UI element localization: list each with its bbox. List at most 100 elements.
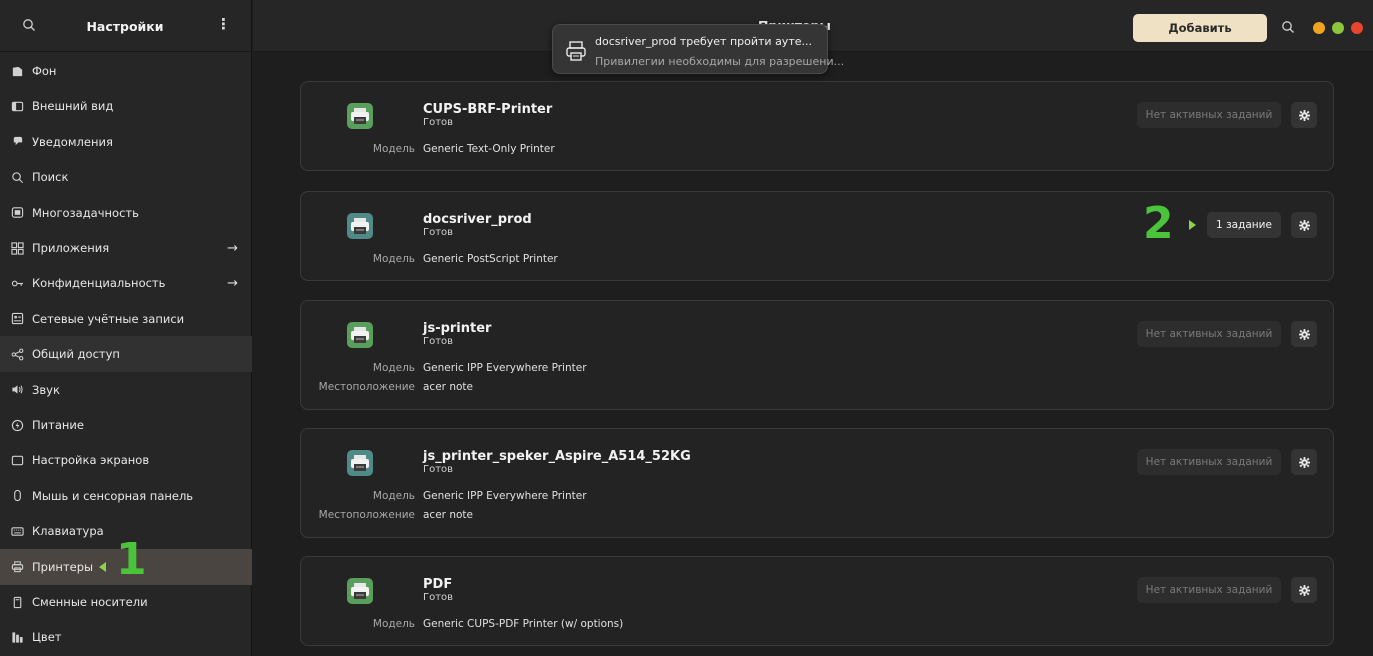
printer-status: Готов	[423, 336, 454, 347]
printer-card: PDF Готов Модель Generic CUPS-PDF Printer (…	[300, 556, 1334, 646]
sidebar-item-label: Питание	[32, 418, 84, 432]
sidebar-item-power[interactable]: Питание	[0, 407, 252, 443]
sidebar-item-label: Сменные носители	[32, 595, 148, 609]
sharing-icon	[10, 347, 24, 361]
sound-icon	[10, 383, 24, 397]
model-value: Generic PostScript Printer	[423, 253, 558, 265]
annotation-arrow-icon	[1189, 220, 1196, 230]
sidebar-item-search[interactable]: Поиск	[0, 159, 252, 195]
sidebar-item-sharing[interactable]: Общий доступ	[0, 336, 252, 373]
gear-icon	[1298, 584, 1310, 596]
notifications-icon	[10, 135, 24, 149]
sidebar-item-label: Многозадачность	[32, 205, 139, 220]
jobs-button[interactable]: Нет активных заданий	[1137, 102, 1281, 128]
sidebar-item-label: Настройка экранов	[32, 453, 150, 468]
sidebar-item-label: Уведомления	[32, 134, 113, 149]
power-icon	[10, 418, 24, 432]
printer-card: js_printer_speker_Aspire_A514_52KG Готов М…	[300, 428, 1334, 538]
model-value: Generic IPP Everywhere Printer	[423, 490, 587, 502]
model-label: Модель	[372, 253, 415, 265]
printer-card: CUPS-BRF-Printer Готов Модель Generic Text-…	[300, 81, 1334, 171]
sidebar-item-color[interactable]: Цвет	[0, 619, 252, 655]
sidebar-item-online-accounts[interactable]: Сетевые учётные записи	[0, 301, 252, 337]
sidebar-item-label: Клавиатура	[32, 524, 104, 539]
search-icon	[10, 170, 24, 184]
printer-icon	[347, 213, 373, 239]
printer-status: Готов	[423, 464, 454, 475]
sidebar-title: Настройки	[86, 19, 164, 34]
printer-status: Готов	[423, 227, 454, 238]
sidebar-item-label: Общий доступ	[32, 347, 120, 362]
appearance-icon	[10, 99, 24, 113]
minimize-button[interactable]	[1313, 22, 1325, 34]
model-value: Generic IPP Everywhere Printer	[423, 362, 587, 374]
printer-settings-button[interactable]	[1291, 577, 1317, 603]
printer-icon	[347, 103, 373, 129]
sidebar-item-label: Внешний вид	[32, 99, 114, 114]
sidebar-item-label: Фон	[32, 64, 57, 78]
location-value: acer note	[423, 509, 473, 521]
printer-settings-button[interactable]	[1291, 212, 1317, 238]
printer-card: js-printer Готов Модель Generic IPP Everywh…	[300, 300, 1334, 410]
sidebar-item-mouse[interactable]: Мышь и сенсорная панель	[0, 478, 252, 514]
printer-icon	[10, 560, 24, 574]
sidebar-item-removable-media[interactable]: Сменные носители	[0, 584, 252, 620]
jobs-button[interactable]: Нет активных заданий	[1137, 321, 1281, 347]
add-printer-button[interactable]: Добавить принтер...	[1133, 14, 1267, 63]
arrow-right-icon: →	[227, 275, 238, 291]
annotation-1: 1	[116, 534, 147, 585]
sidebar-item-display[interactable]: Настройка экранов	[0, 442, 252, 478]
gear-icon	[1298, 109, 1310, 121]
printer-settings-button[interactable]	[1291, 102, 1317, 128]
search-icon[interactable]	[1281, 20, 1295, 34]
sidebar-item-label: Поиск	[32, 170, 69, 185]
arrow-right-icon: →	[227, 240, 238, 256]
sidebar-item-sound[interactable]: Звук	[0, 372, 252, 408]
multitasking-icon	[10, 206, 24, 220]
sidebar-item-label: Конфиденциальность	[32, 276, 166, 291]
sidebar-item-appearance[interactable]: Внешний вид	[0, 88, 252, 124]
sidebar-item-notifications[interactable]: Уведомления	[0, 124, 252, 160]
printer-name: CUPS-BRF-Printer	[423, 102, 553, 117]
close-button[interactable]	[1351, 22, 1363, 34]
printer-name: docsriver_prod	[423, 212, 532, 227]
search-icon[interactable]	[22, 18, 36, 32]
sidebar-item-label: Приложения	[32, 241, 110, 255]
gear-icon	[1298, 219, 1310, 231]
sidebar-item-label: Звук	[32, 382, 60, 397]
apps-grid-icon	[10, 241, 24, 255]
printer-icon	[566, 41, 586, 61]
sidebar-item-label: Цвет	[32, 630, 62, 645]
notification-title: docsriver_prod требует пройти ауте...	[595, 35, 812, 48]
jobs-button[interactable]: Нет активных заданий	[1137, 449, 1281, 475]
settings-window: Настройки ⋮ Фон Внешний вид Уведомления Пои…	[0, 0, 1373, 656]
jobs-button[interactable]: 1 задание	[1207, 212, 1281, 238]
sidebar-item-label: Принтеры	[32, 559, 94, 574]
jobs-button[interactable]: Нет активных заданий	[1137, 577, 1281, 603]
menu-icon[interactable]: ⋮	[216, 15, 231, 33]
printer-icon	[347, 578, 373, 604]
model-value: Generic CUPS-PDF Printer (w/ options)	[423, 618, 624, 630]
gear-icon	[1298, 328, 1310, 340]
printer-icon	[347, 322, 373, 348]
sidebar-header: Настройки ⋮	[0, 0, 252, 52]
maximize-button[interactable]	[1332, 22, 1344, 34]
color-icon	[10, 630, 24, 644]
printer-name: js-printer	[423, 321, 492, 336]
auth-notification[interactable]: docsriver_prod требует пройти ауте... Пр…	[552, 24, 844, 74]
sidebar-item-apps-grid[interactable]: Приложения →	[0, 230, 252, 266]
sidebar-item-wallpaper[interactable]: Фон	[0, 53, 252, 89]
printers-list: CUPS-BRF-Printer Готов Модель Generic Text-…	[253, 53, 1373, 656]
model-label: Модель	[372, 618, 415, 630]
sidebar-item-label: Сетевые учётные записи	[32, 311, 185, 326]
notification-body: Привилегии необходимы для разрешени...	[595, 55, 845, 68]
printer-name: PDF	[423, 577, 453, 592]
removable-media-icon	[10, 595, 24, 609]
printer-settings-button[interactable]	[1291, 449, 1317, 475]
printer-name: js_printer_speker_Aspire_A514_52KG	[423, 449, 691, 464]
sidebar-item-privacy[interactable]: Конфиденциальность →	[0, 265, 252, 301]
printer-settings-button[interactable]	[1291, 321, 1317, 347]
printer-status: Готов	[423, 117, 454, 128]
sidebar-item-multitasking[interactable]: Многозадачность	[0, 195, 252, 231]
sidebar-item-label: Мышь и сенсорная панель	[32, 488, 194, 503]
